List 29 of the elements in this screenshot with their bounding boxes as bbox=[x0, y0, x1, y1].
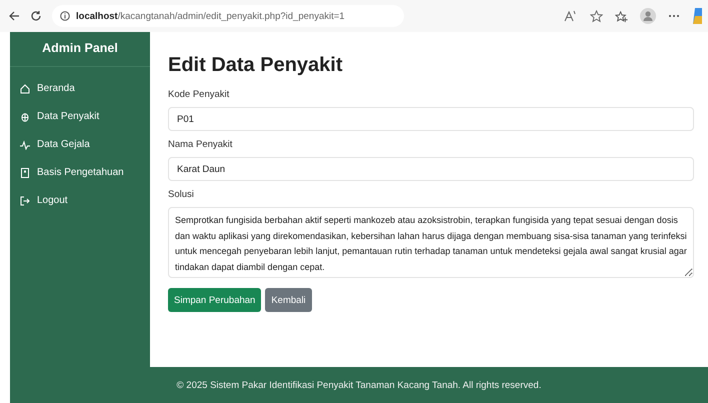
pulse-icon bbox=[20, 140, 30, 150]
star-icon[interactable] bbox=[590, 10, 603, 22]
book-icon bbox=[20, 168, 30, 178]
logout-icon bbox=[20, 196, 30, 206]
back-button[interactable]: Kembali bbox=[265, 288, 312, 312]
more-icon[interactable] bbox=[668, 14, 680, 18]
reload-icon[interactable] bbox=[30, 10, 42, 22]
save-button[interactable]: Simpan Perubahan bbox=[168, 288, 262, 312]
field-label: Nama Penyakit bbox=[168, 139, 234, 150]
footer-text: © 2025 Sistem Pakar Identifikasi Penyakit Tanaman Kacang Tanah. All rights reserved. bbox=[176, 380, 542, 390]
sidebar-item[interactable]: Logout bbox=[10, 192, 150, 209]
field-label: Solusi bbox=[168, 189, 195, 200]
address-bar[interactable]: localhost/kacangtanah/admin/edit_penyakit.php?id_penyakit=1 bbox=[52, 5, 404, 27]
sidebar-title: Admin Panel bbox=[10, 32, 150, 67]
home-icon bbox=[20, 84, 30, 94]
back-icon[interactable] bbox=[8, 10, 20, 22]
favorites-icon[interactable] bbox=[615, 10, 628, 22]
info-icon[interactable] bbox=[60, 11, 70, 21]
input-field[interactable]: P01 bbox=[168, 107, 694, 131]
read-aloud-icon[interactable] bbox=[564, 10, 578, 22]
input-field[interactable]: Karat Daun bbox=[168, 157, 694, 181]
sidebar-item[interactable]: Basis Pengetahuan bbox=[10, 164, 150, 181]
sidebar-item[interactable]: Beranda bbox=[10, 80, 150, 97]
sidebar-item[interactable]: Data Gejala bbox=[10, 136, 150, 153]
profile-icon[interactable] bbox=[640, 8, 656, 24]
sidebar-item[interactable]: Data Penyakit bbox=[10, 108, 150, 125]
textarea-field[interactable]: Semprotkan fungisida berbahan aktif seperti mankozeb atau azoksistrobin, terapkan fungisida yang tepat sesuai dengan dosis dan waktu aplikasi yang direkomendasikan, kebersihan lahan harus dijaga dengan membuang sisa-sisa tanaman yang terinfeksi untuk mencegah penyebaran lebih lanjut, pemantauan rutin terhadap tanaman untuk mendeteksi gejala awal sangat krusial agar tindakan dapat diambil dengan cepat. bbox=[168, 207, 694, 278]
field-label: Kode Penyakit bbox=[168, 89, 230, 100]
page-title: Edit Data Penyakit bbox=[168, 54, 344, 77]
